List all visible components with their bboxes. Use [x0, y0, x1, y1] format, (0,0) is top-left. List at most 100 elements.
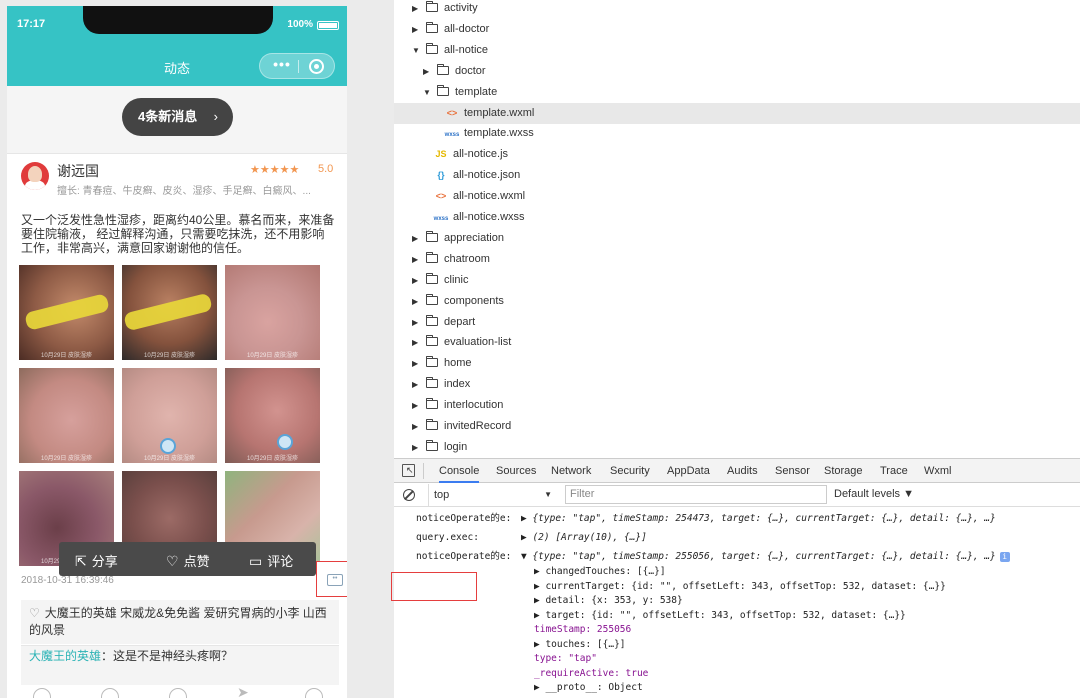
comment-action[interactable]: ▭ 评论 [249, 551, 293, 570]
menu-capsule[interactable]: ••• [259, 53, 335, 79]
tree-item[interactable]: ▶ all-doctor [394, 19, 1080, 40]
caret-right-icon[interactable]: ▶ [412, 312, 422, 333]
tree-item[interactable]: {} all-notice.json [394, 165, 1080, 186]
more-dots-icon[interactable]: ••• [268, 56, 296, 72]
wxml-file-icon: <> [446, 107, 458, 118]
tree-item[interactable]: <> template.wxml [394, 102, 1080, 124]
tree-item[interactable]: JS all-notice.js [394, 144, 1080, 165]
tree-item[interactable]: ▶ depart [394, 312, 1080, 333]
log-object[interactable]: ▼ {type: "tap", timeStamp: 255056, targe… [521, 550, 1010, 565]
tree-item[interactable]: <> all-notice.wxml [394, 186, 1080, 207]
tree-item[interactable]: ▶ home [394, 353, 1080, 374]
log-object[interactable]: ▶ {type: "tap", timeStamp: 254473, targe… [521, 512, 996, 527]
tab-security[interactable]: Security [610, 465, 650, 477]
caret-right-icon[interactable]: ▶ [412, 395, 422, 416]
console-filter-bar: top ▼ Filter Default levels ▼ [394, 483, 1080, 507]
tree-item[interactable]: ▶ evaluation-list [394, 332, 1080, 353]
tree-item-label: template.wxss [464, 127, 534, 140]
comment-author[interactable]: 大魔王的英雄 [29, 649, 101, 663]
tree-item-label: login [444, 440, 468, 453]
tree-item[interactable]: wxss all-notice.wxss [394, 207, 1080, 228]
tab-sensor[interactable]: Sensor [775, 465, 810, 477]
context-value: top [434, 489, 450, 501]
tree-item[interactable]: ▼ template [394, 82, 1080, 103]
post-photo[interactable]: 10月29日 皮肤湿疹 [122, 368, 217, 463]
tab-target-icon[interactable] [169, 688, 187, 698]
property-row[interactable]: ▶ currentTarget: {id: "", offsetLeft: 34… [534, 580, 946, 595]
post-text: 又一个泛发性急性湿疹，距离约40公里。慕名而来，来准备要住院输液， 经过解释沟通… [21, 213, 335, 255]
new-messages-button[interactable]: 4条新消息 › [122, 98, 233, 136]
comment-toggle-button[interactable]: •• [316, 561, 347, 597]
caret-right-icon[interactable]: ▶ [412, 291, 422, 312]
tab-home-icon[interactable] [33, 688, 51, 698]
post-photo[interactable]: 10月29日 皮肤湿疹 [19, 368, 114, 463]
folder-icon [426, 1, 438, 12]
filter-input[interactable]: Filter [565, 485, 827, 504]
tab-appdata[interactable]: AppData [667, 465, 710, 477]
tree-item[interactable]: ▼ all-notice [394, 40, 1080, 61]
clear-console-icon[interactable] [403, 489, 415, 501]
caret-down-icon[interactable]: ▼ [423, 82, 433, 103]
like-action[interactable]: ♡ 点赞 [166, 551, 210, 570]
sensor-marker [160, 438, 176, 454]
caret-right-icon[interactable]: ▶ [412, 228, 422, 249]
share-action[interactable]: ⇱ 分享 [75, 551, 118, 570]
comments-list: 大魔王的英雄：这是不是神经头疼啊？ [21, 645, 339, 685]
tree-item[interactable]: wxss template.wxss [394, 123, 1080, 144]
caret-down-icon[interactable]: ▼ [412, 40, 422, 61]
folder-icon [426, 293, 438, 305]
inspect-icon[interactable] [402, 464, 415, 477]
tree-item[interactable]: ▶ login [394, 437, 1080, 458]
post-photo[interactable]: 10月29日 皮肤湿疹 [122, 265, 217, 360]
log-levels-select[interactable]: Default levels ▼ [834, 488, 914, 500]
caret-right-icon[interactable]: ▶ [412, 19, 422, 40]
log-object[interactable]: ▶ (2) [Array(10), {…}] [521, 531, 647, 546]
tree-item[interactable]: ▶ chatroom [394, 249, 1080, 270]
comment-item[interactable]: 大魔王的英雄：这是不是神经头疼啊？ [29, 648, 331, 665]
likes-list: ♡ 大魔王的英雄 宋威龙&免免酱 爱研究胃病的小李 山西的风景 [21, 600, 339, 644]
caret-right-icon[interactable]: ▶ [412, 0, 422, 19]
phone-screen: 17:17 100% 动态 ••• 4条新消息 › 谢远国 ★★★★★ 5.0 … [7, 6, 347, 698]
tab-trace[interactable]: Trace [880, 465, 908, 477]
caret-right-icon[interactable]: ▶ [412, 353, 422, 374]
avatar[interactable] [21, 162, 49, 190]
caret-right-icon[interactable]: ▶ [412, 416, 422, 437]
tab-storage[interactable]: Storage [824, 465, 863, 477]
property-row[interactable]: ▶ target: {id: "", offsetLeft: 343, offs… [534, 609, 906, 624]
tree-item[interactable]: ▶ doctor [394, 61, 1080, 82]
caret-right-icon[interactable]: ▶ [412, 374, 422, 395]
tab-send-icon[interactable]: ➤ [237, 684, 255, 698]
caret-right-icon[interactable]: ▶ [412, 249, 422, 270]
tab-profile-icon[interactable] [305, 688, 323, 698]
post-photo[interactable]: 10月29日 皮肤湿疹 [19, 265, 114, 360]
tab-wxml[interactable]: Wxml [924, 465, 952, 477]
tree-item[interactable]: ▶ clinic [394, 270, 1080, 291]
post-photo[interactable]: 10月29日 皮肤湿疹 [225, 368, 320, 463]
tab-console[interactable]: Console [439, 465, 480, 483]
tree-item[interactable]: ▶ index [394, 374, 1080, 395]
property-row[interactable]: ▶ touches: [{…}] [534, 638, 626, 653]
caret-right-icon[interactable]: ▶ [412, 332, 422, 353]
tree-item[interactable]: ▶ activity [394, 0, 1080, 19]
tab-circle-icon[interactable] [101, 688, 119, 698]
close-miniprogram-icon[interactable] [309, 59, 324, 74]
caret-right-icon[interactable]: ▶ [423, 61, 433, 82]
tree-item[interactable]: ▶ interlocution [394, 395, 1080, 416]
tree-item[interactable]: ▶ invitedRecord [394, 416, 1080, 437]
property-row[interactable]: ▶ detail: {x: 353, y: 538} [534, 594, 683, 609]
tab-network[interactable]: Network [551, 465, 591, 477]
devtools-tabs: Console Sources Network Security AppData… [394, 459, 1080, 483]
doctor-name[interactable]: 谢远国 [57, 161, 99, 181]
post-photo[interactable]: 10月29日 皮肤湿疹 [225, 265, 320, 360]
tree-item[interactable]: ▶ appreciation [394, 228, 1080, 249]
tree-item[interactable]: ▶ components [394, 291, 1080, 312]
caret-right-icon[interactable]: ▶ [412, 437, 422, 458]
property-row[interactable]: ▶ changedTouches: [{…}] [534, 565, 666, 580]
tab-audits[interactable]: Audits [727, 465, 758, 477]
context-select[interactable]: top ▼ [428, 484, 556, 506]
tab-sources[interactable]: Sources [496, 465, 536, 477]
tree-item-label: chatroom [444, 252, 490, 265]
caret-right-icon[interactable]: ▶ [412, 270, 422, 291]
status-time: 17:17 [17, 18, 46, 30]
property-row[interactable]: ▶ __proto__: Object [534, 681, 643, 696]
